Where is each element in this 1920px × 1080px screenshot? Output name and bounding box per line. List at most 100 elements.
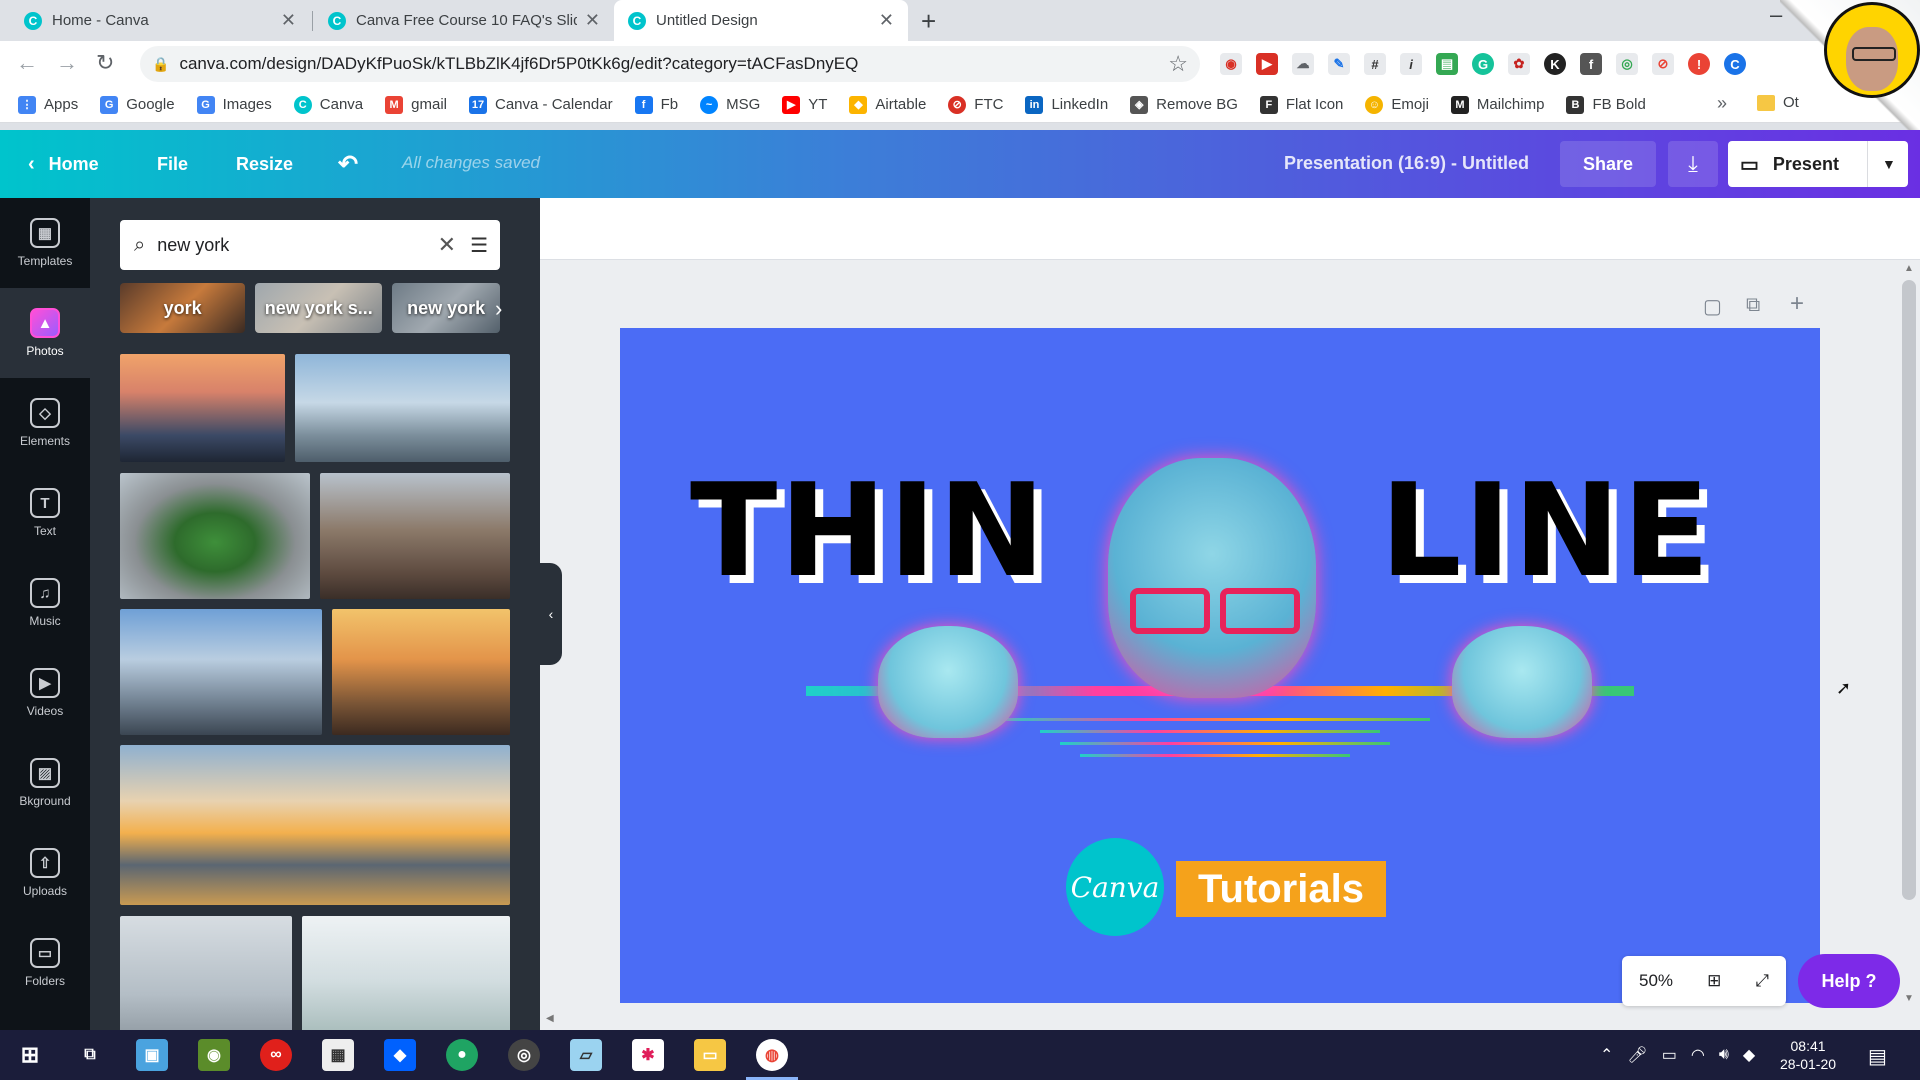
chevron-down-icon[interactable]: ▼ (1882, 156, 1896, 172)
battery-icon[interactable]: ▭ (1662, 1045, 1677, 1065)
page-notes-icon[interactable]: ▢ (1703, 294, 1722, 319)
suggestion-chip[interactable]: new york s... (255, 283, 383, 333)
filter-sliders-icon[interactable]: ☰ (470, 233, 488, 258)
close-tab-icon[interactable]: ✕ (879, 10, 894, 31)
k-extension-icon[interactable]: K (1544, 53, 1566, 75)
undo-icon[interactable]: ↶ (338, 130, 358, 198)
rail-item-videos[interactable]: ▶ Videos (0, 648, 90, 738)
slide-heading-thin[interactable]: THIN (690, 468, 1047, 596)
photo-result-street-view[interactable] (320, 473, 510, 599)
wifi-icon[interactable]: ◠ (1691, 1045, 1705, 1065)
bookmark-linkedin[interactable]: in LinkedIn (1025, 95, 1108, 114)
bookmark-ftc[interactable]: ⊘ FTC (948, 95, 1003, 114)
adblock-extension-icon[interactable]: ! (1688, 53, 1710, 75)
bookmark-remove-bg[interactable]: ◈ Remove BG (1130, 95, 1238, 114)
green-app-taskbar-icon[interactable]: ● (446, 1039, 478, 1071)
close-tab-icon[interactable]: ✕ (281, 10, 296, 31)
taskbar-clock[interactable]: 08:41 28-01-20 (1780, 1037, 1836, 1073)
tutorials-label-box[interactable]: Tutorials (1176, 861, 1386, 917)
design-slide[interactable]: THIN LINE Canva Tutorials (620, 328, 1820, 1003)
blue-extension-icon[interactable]: C (1724, 53, 1746, 75)
rail-item-elements[interactable]: ◇ Elements (0, 378, 90, 468)
address-bar[interactable]: 🔒 canva.com/design/DADyKfPuoSk/kTLBbZlK4… (140, 46, 1200, 82)
bookmark-google[interactable]: G Google (100, 95, 175, 114)
tab-home-canva[interactable]: C Home - Canva ✕ (10, 0, 310, 41)
profile-avatar[interactable] (1824, 2, 1920, 98)
obs-taskbar-icon[interactable]: ◎ (508, 1039, 540, 1071)
left-hand-graphic[interactable] (878, 626, 1018, 738)
bookmark-star-icon[interactable]: ☆ (1168, 51, 1188, 77)
share-button[interactable]: Share (1560, 141, 1656, 187)
zoom-level[interactable]: 50% (1639, 971, 1673, 991)
more-bookmarks-chevron-icon[interactable]: » (1717, 93, 1727, 114)
scroll-up-arrow-icon[interactable]: ▲ (1904, 263, 1914, 274)
grid-view-icon[interactable]: ⊞ (1707, 971, 1721, 991)
home-button[interactable]: ‹ Home (28, 130, 99, 198)
canva-logo-badge[interactable]: Canva (1066, 838, 1164, 936)
grammarly-extension-icon[interactable]: G (1472, 53, 1494, 75)
pocket-extension-icon[interactable]: ◉ (1220, 53, 1242, 75)
windows-start-icon[interactable]: ⊞ (14, 1039, 46, 1071)
collapse-panel-chevron-icon[interactable]: ‹ (540, 563, 562, 665)
rail-item-background[interactable]: ▨ Bkground (0, 738, 90, 828)
bookmark-canva-calendar[interactable]: 17 Canva - Calendar (469, 95, 613, 114)
add-page-icon[interactable]: + (1790, 290, 1804, 318)
suggestion-chip[interactable]: new york (392, 283, 500, 333)
hashtag-extension-icon[interactable]: # (1364, 53, 1386, 75)
chevron-right-icon[interactable]: › (495, 296, 502, 322)
bookmark-airtable[interactable]: ◆ Airtable (849, 95, 926, 114)
task-view-icon[interactable]: ⧉ (74, 1039, 106, 1071)
duplicate-page-icon[interactable]: ⧉ (1746, 294, 1760, 317)
rail-item-templates[interactable]: ▦ Templates (0, 198, 90, 288)
photo-result-statue-closeup[interactable] (302, 916, 510, 1030)
tab-canva-free-course[interactable]: C Canva Free Course 10 FAQ's Slide ✕ (314, 0, 614, 41)
file-explorer-taskbar-icon[interactable]: ▭ (694, 1039, 726, 1071)
bookmark-gmail[interactable]: Mgmail (385, 95, 447, 114)
notes-taskbar-icon[interactable]: ▱ (570, 1039, 602, 1071)
rail-item-photos[interactable]: ▲ Photos (0, 288, 90, 378)
cloud-extension-icon[interactable]: ☁ (1292, 53, 1314, 75)
microphone-icon[interactable]: 🎤︎ (1627, 1045, 1647, 1065)
circle-extension-icon[interactable]: ◎ (1616, 53, 1638, 75)
bookmark-mailchimp[interactable]: M Mailchimp (1450, 95, 1544, 114)
back-arrow-icon[interactable]: ← (16, 50, 38, 76)
bookmark-apps[interactable]: ⋮ Apps (18, 95, 78, 114)
rail-item-folders[interactable]: ▭ Folders (0, 918, 90, 1008)
creative-cloud-taskbar-icon[interactable]: ∞ (260, 1039, 292, 1071)
peeking-face-photo[interactable] (1108, 458, 1316, 698)
file-menu-button[interactable]: File (157, 130, 188, 198)
dropbox-tray-icon[interactable]: ◆ (1743, 1045, 1755, 1065)
clear-search-icon[interactable]: ✕ (438, 232, 456, 258)
lastpass-extension-icon[interactable]: ⊘ (1652, 53, 1674, 75)
tab-untitled-design[interactable]: C Untitled Design ✕ (614, 0, 908, 41)
bookmark-yt[interactable]: ▶ YT (782, 95, 827, 114)
photo-result-empire-state-sunset[interactable] (120, 354, 285, 462)
photo-search-input[interactable]: ⌕ new york ✕ ☰ (120, 220, 500, 270)
chrome-taskbar-icon[interactable]: ◍ (746, 1039, 798, 1080)
fb-extension-icon[interactable]: f (1580, 53, 1602, 75)
photo-result-lower-manhattan-panorama[interactable] (120, 745, 510, 905)
tray-expand-chevron-icon[interactable]: ⌃ (1600, 1045, 1613, 1065)
help-button[interactable]: Help ? (1798, 954, 1900, 1008)
slide-heading-line[interactable]: LINE (1380, 468, 1712, 596)
photo-result-golden-hour[interactable] (332, 609, 510, 735)
bookmark-fb[interactable]: f Fb (634, 95, 678, 114)
close-tab-icon[interactable]: ✕ (585, 10, 600, 31)
bookmark-canva[interactable]: C Canva (293, 95, 363, 114)
reload-icon[interactable]: ↻ (96, 50, 114, 76)
notification-center-icon[interactable]: ▤ (1868, 1044, 1887, 1069)
photo-result-central-park[interactable] (120, 473, 310, 599)
bookmark-msg[interactable]: ~ MSG (700, 95, 760, 114)
volume-icon[interactable]: 🔊︎ (1719, 1046, 1729, 1064)
present-button[interactable]: ▭ Present ▼ (1728, 141, 1908, 187)
photo-result-statue-fog[interactable] (120, 916, 292, 1030)
resize-button[interactable]: Resize (236, 130, 293, 198)
scroll-left-arrow-icon[interactable]: ◀ (546, 1013, 554, 1024)
info-extension-icon[interactable]: i (1400, 53, 1422, 75)
rail-item-text[interactable]: T Text (0, 468, 90, 558)
dropbox-taskbar-icon[interactable]: ◆ (384, 1039, 416, 1071)
forward-arrow-icon[interactable]: → (56, 50, 78, 76)
photo-result-midtown-aerial[interactable] (120, 609, 322, 735)
bookmark-emoji[interactable]: ☺ Emoji (1365, 95, 1429, 114)
bookmark-flat-icon[interactable]: F Flat Icon (1259, 95, 1343, 114)
